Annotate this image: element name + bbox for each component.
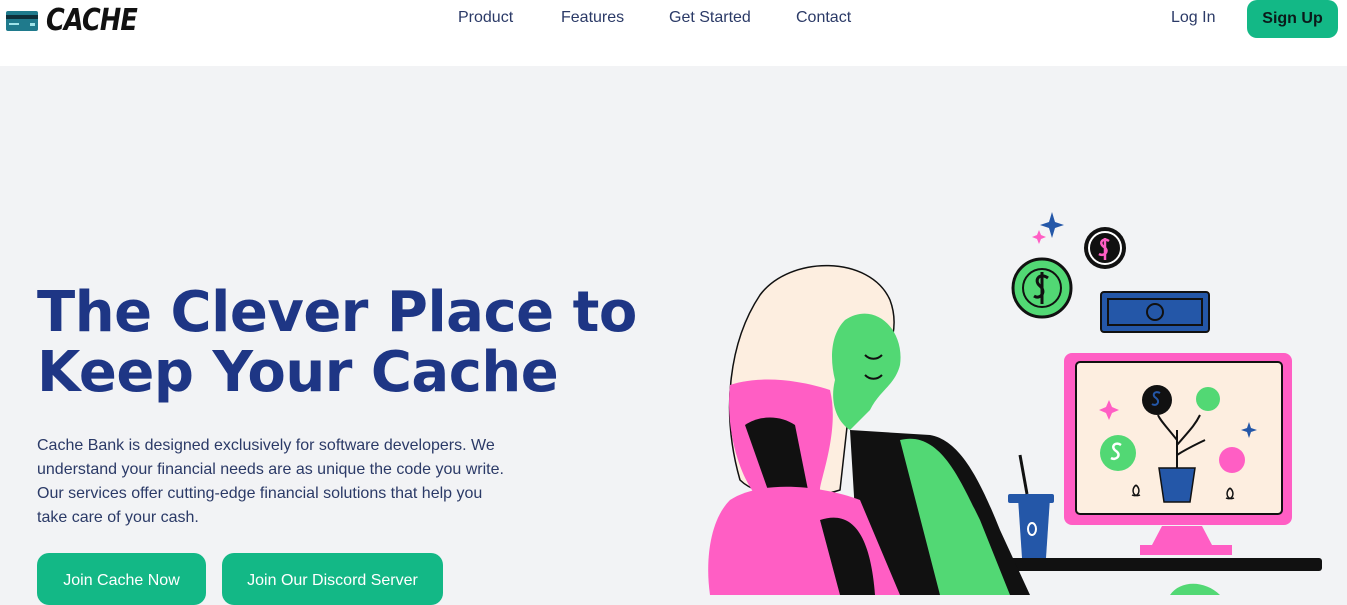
sparkle-icon bbox=[1032, 230, 1046, 244]
join-discord-button[interactable]: Join Our Discord Server bbox=[222, 553, 443, 605]
brand-name: CACHE bbox=[46, 3, 138, 38]
hero-title-line-2: Keep Your Cache bbox=[37, 340, 559, 405]
brand-logo[interactable]: CACHE bbox=[6, 3, 153, 38]
monitor-icon bbox=[1064, 353, 1292, 555]
nav-link-contact[interactable]: Contact bbox=[796, 9, 851, 27]
cup-icon bbox=[1008, 454, 1054, 558]
credit-card-icon bbox=[6, 10, 38, 31]
nav-link-features[interactable]: Features bbox=[561, 9, 624, 27]
banknote-icon bbox=[1100, 291, 1210, 333]
hero-title-line-1: The Clever Place to bbox=[37, 280, 637, 345]
dollar-coin-icon bbox=[1084, 227, 1126, 269]
sparkle-icon bbox=[1040, 212, 1064, 238]
nav-link-get-started[interactable]: Get Started bbox=[669, 9, 751, 27]
join-cache-button[interactable]: Join Cache Now bbox=[37, 553, 206, 605]
hero-description: Cache Bank is designed exclusively for s… bbox=[37, 437, 504, 526]
hero-illustration bbox=[708, 212, 1322, 595]
nav-link-product[interactable]: Product bbox=[458, 9, 513, 27]
dollar-coin-icon bbox=[1011, 257, 1073, 319]
login-link[interactable]: Log In bbox=[1171, 9, 1215, 27]
signup-button[interactable]: Sign Up bbox=[1247, 0, 1338, 38]
hero-title: The Clever Place to Keep Your Cache bbox=[37, 283, 677, 403]
desk bbox=[1010, 558, 1322, 571]
person-face bbox=[832, 313, 901, 430]
top-navbar: CACHE Product Features Get Started Conta… bbox=[0, 0, 1347, 66]
